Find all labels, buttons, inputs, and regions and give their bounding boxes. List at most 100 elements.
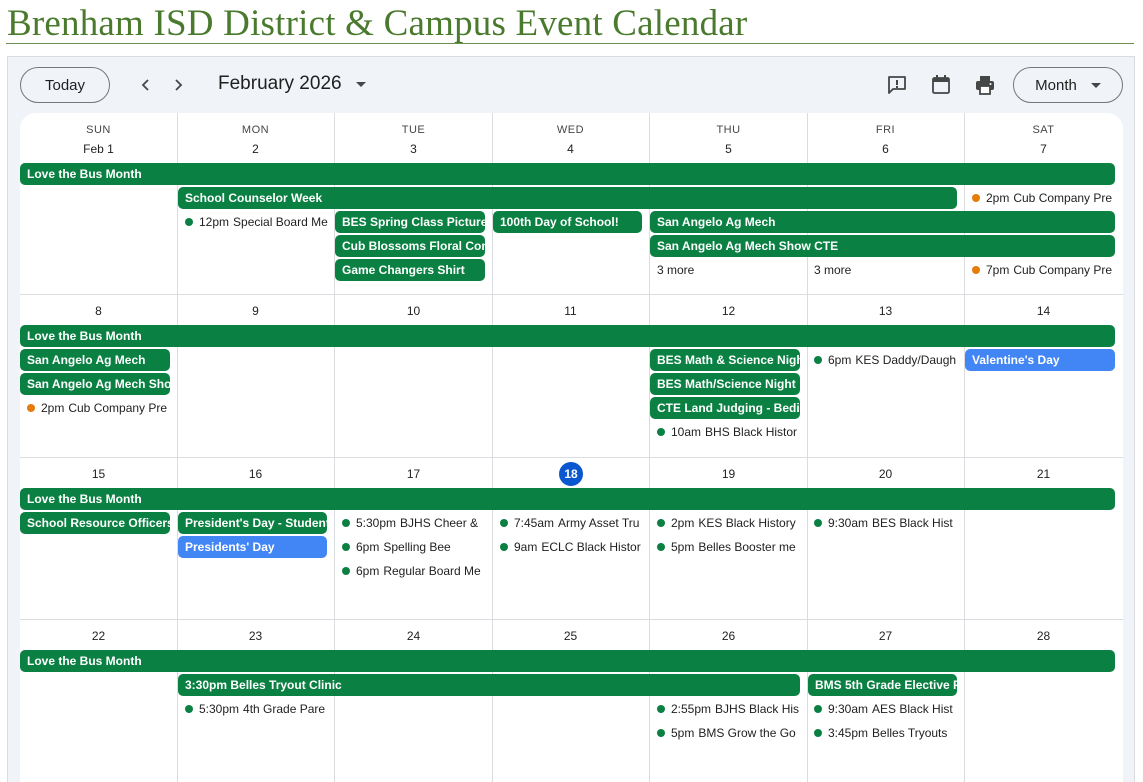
- event-chip[interactable]: Love the Bus Month: [20, 650, 1115, 672]
- event-chip[interactable]: 100th Day of School!: [493, 211, 642, 233]
- day-number[interactable]: 11: [492, 304, 649, 318]
- day-number[interactable]: 14: [965, 304, 1122, 318]
- day-number[interactable]: 10: [335, 304, 492, 318]
- event-title: Belles Tryouts: [872, 726, 948, 740]
- day-number[interactable]: 12: [650, 304, 807, 318]
- day-number[interactable]: 24: [335, 629, 492, 643]
- day-number[interactable]: 20: [807, 467, 964, 481]
- event-time: 12pm: [199, 215, 230, 229]
- event-dot: [185, 218, 193, 226]
- day-number[interactable]: 28: [965, 629, 1122, 643]
- day-number[interactable]: 19: [650, 467, 807, 481]
- event-chip[interactable]: School Counselor Week: [178, 187, 957, 209]
- event-item[interactable]: 5pm BMS Grow the Go: [650, 722, 800, 744]
- event-item[interactable]: 12pm Special Board Me: [178, 211, 328, 233]
- today-button[interactable]: Today: [20, 67, 110, 103]
- day-number[interactable]: 2: [177, 142, 334, 156]
- event-dot: [185, 705, 193, 713]
- event-item[interactable]: 3:45pm Belles Tryouts: [807, 722, 957, 744]
- event-item[interactable]: 10am BHS Black Histor: [650, 421, 800, 443]
- event-chip[interactable]: School Resource Officers: [20, 512, 170, 534]
- event-dot: [342, 519, 350, 527]
- event-chip[interactable]: President's Day - Student: [178, 512, 327, 534]
- day-number[interactable]: 26: [650, 629, 807, 643]
- event-chip[interactable]: San Angelo Ag Mech Sho: [20, 373, 170, 395]
- calendar-icon[interactable]: [929, 73, 953, 97]
- event-dot: [657, 543, 665, 551]
- feedback-icon[interactable]: [885, 73, 909, 97]
- page-title: Brenham ISD District & Campus Event Cale…: [7, 3, 748, 44]
- day-number[interactable]: 8: [20, 304, 177, 318]
- event-chip[interactable]: CTE Land Judging - Bedi: [650, 397, 800, 419]
- month-picker[interactable]: February 2026: [218, 73, 366, 95]
- day-number[interactable]: 9: [177, 304, 334, 318]
- event-item[interactable]: 7pm Cub Company Pre: [965, 259, 1115, 281]
- event-item[interactable]: 6pm Spelling Bee: [335, 536, 485, 558]
- event-title: Cub Company Pre: [1013, 191, 1113, 205]
- day-number[interactable]: 3: [335, 142, 492, 156]
- day-number[interactable]: 13: [807, 304, 964, 318]
- event-chip[interactable]: BMS 5th Grade Elective F: [808, 674, 957, 696]
- event-chip[interactable]: Love the Bus Month: [20, 163, 1115, 185]
- chevron-right-icon[interactable]: [165, 72, 191, 98]
- event-chip[interactable]: 3:30pm Belles Tryout Clinic: [178, 674, 800, 696]
- day-number[interactable]: 21: [965, 467, 1122, 481]
- event-item[interactable]: 2:55pm BJHS Black His: [650, 698, 800, 720]
- event-item[interactable]: 5:30pm 4th Grade Pare: [178, 698, 328, 720]
- event-chip[interactable]: Valentine's Day: [965, 349, 1115, 371]
- event-chip[interactable]: Love the Bus Month: [20, 488, 1115, 510]
- event-title: Army Asset Tru: [558, 516, 640, 530]
- event-item[interactable]: 9:30am AES Black Hist: [807, 698, 957, 720]
- event-title: BMS Grow the Go: [698, 726, 796, 740]
- event-title: BJHS Black His: [715, 702, 800, 716]
- event-dot: [814, 519, 822, 527]
- event-time: 10am: [671, 425, 702, 439]
- day-number[interactable]: 16: [177, 467, 334, 481]
- event-item[interactable]: 9am ECLC Black Histor: [493, 536, 643, 558]
- day-number[interactable]: 15: [20, 467, 177, 481]
- grid-line: [20, 619, 1123, 620]
- more-link[interactable]: 3 more: [807, 259, 851, 281]
- event-chip[interactable]: BES Spring Class Picture: [335, 211, 485, 233]
- event-chip[interactable]: Cub Blossoms Floral Com: [335, 235, 485, 257]
- day-number[interactable]: 17: [335, 467, 492, 481]
- event-item[interactable]: 2pm KES Black History: [650, 512, 800, 534]
- event-item[interactable]: 2pm Cub Company Pre: [965, 187, 1115, 209]
- day-number[interactable]: 4: [492, 142, 649, 156]
- day-number[interactable]: 22: [20, 629, 177, 643]
- event-dot: [657, 428, 665, 436]
- event-item[interactable]: 6pm KES Daddy/Daugh: [807, 349, 957, 371]
- event-chip[interactable]: BES Math & Science Nigh: [650, 349, 800, 371]
- day-number[interactable]: 27: [807, 629, 964, 643]
- day-number[interactable]: 6: [807, 142, 964, 156]
- event-dot: [500, 519, 508, 527]
- caret-down-icon: [355, 81, 366, 87]
- event-chip[interactable]: BES Math/Science Night: [650, 373, 800, 395]
- view-selector[interactable]: Month: [1013, 67, 1123, 103]
- more-link[interactable]: 3 more: [650, 259, 694, 281]
- event-item[interactable]: 9:30am BES Black Hist: [807, 512, 957, 534]
- event-chip[interactable]: Game Changers Shirt: [335, 259, 485, 281]
- print-icon[interactable]: [973, 73, 997, 97]
- event-chip[interactable]: Love the Bus Month: [20, 325, 1115, 347]
- event-title: ECLC Black Histor: [541, 540, 641, 554]
- day-number[interactable]: 23: [177, 629, 334, 643]
- event-chip[interactable]: San Angelo Ag Mech Show CTE: [650, 235, 1115, 257]
- chevron-left-icon[interactable]: [133, 72, 159, 98]
- event-item[interactable]: 6pm Regular Board Me: [335, 560, 485, 582]
- day-number[interactable]: 7: [965, 142, 1122, 156]
- event-dot: [972, 266, 980, 274]
- day-number[interactable]: 25: [492, 629, 649, 643]
- day-number[interactable]: Feb 1: [20, 142, 177, 156]
- event-item[interactable]: 2pm Cub Company Pre: [20, 397, 170, 419]
- day-number[interactable]: 5: [650, 142, 807, 156]
- event-item[interactable]: 5pm Belles Booster me: [650, 536, 800, 558]
- event-chip[interactable]: San Angelo Ag Mech: [20, 349, 170, 371]
- view-label: Month: [1035, 76, 1077, 94]
- event-chip[interactable]: San Angelo Ag Mech: [650, 211, 1115, 233]
- event-item[interactable]: 7:45am Army Asset Tru: [493, 512, 643, 534]
- today-day-number[interactable]: 18: [559, 462, 583, 486]
- event-item[interactable]: 5:30pm BJHS Cheer &: [335, 512, 485, 534]
- event-time: 9:30am: [828, 516, 869, 530]
- event-chip[interactable]: Presidents' Day: [178, 536, 327, 558]
